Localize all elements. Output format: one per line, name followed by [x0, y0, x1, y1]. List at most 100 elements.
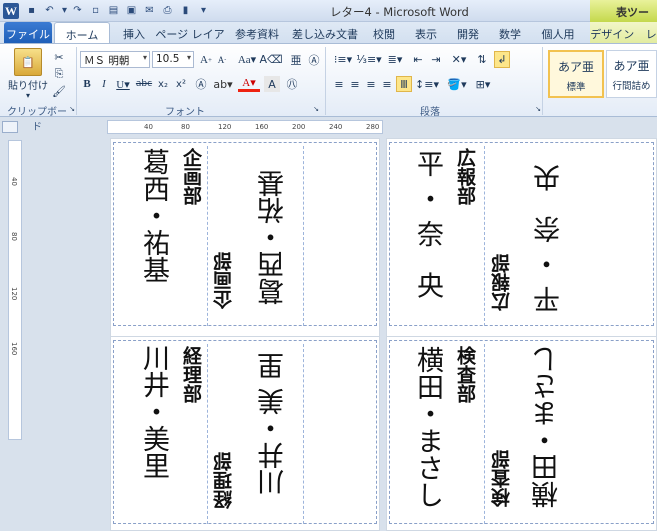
card-name-small[interactable]: 川井・美 里 [254, 352, 293, 496]
align-right-icon[interactable]: ≡ [364, 76, 378, 92]
clipboard-launcher-icon[interactable]: ↘ [68, 104, 76, 113]
style-no-spacing[interactable]: あア亜 行間詰め [606, 50, 657, 98]
ruler-tick-label: 160 [255, 123, 269, 131]
format-painter-icon[interactable]: 🖌 [52, 84, 66, 98]
text-direction-icon[interactable]: ✕▾ [448, 51, 470, 68]
line-spacing-icon[interactable]: ↕≡▾ [415, 76, 439, 92]
card-name-large[interactable]: 平・奈 央 [408, 150, 447, 307]
group-separator [76, 47, 77, 115]
font-group-label: フォント [165, 107, 205, 118]
increase-indent-icon[interactable]: ⇥ [428, 51, 444, 68]
tab-page-layout[interactable]: ページ レイアウト [154, 22, 226, 57]
shrink-font-icon[interactable]: A- [214, 51, 230, 68]
new-document-icon[interactable]: ▫ [88, 3, 103, 18]
tab-references[interactable]: 参考資料 [230, 22, 284, 43]
show-formatting-marks-icon[interactable]: ↲ [494, 51, 510, 68]
paste-clipboard-icon[interactable]: 📋 [14, 48, 42, 76]
tab-mailings[interactable]: 差し込み文書 [290, 22, 360, 43]
distributed-align-icon[interactable]: Ⅲ [396, 76, 412, 92]
card-name-large[interactable]: 横田・まさし [408, 346, 447, 508]
borders-icon[interactable]: ⊞▾ [472, 76, 494, 92]
font-size-dropdown-icon[interactable]: ▾ [187, 53, 191, 62]
multilevel-list-icon[interactable]: ≣▾ [384, 51, 406, 68]
undo-icon[interactable]: ↶ [42, 3, 57, 18]
tab-review[interactable]: 校閲 [366, 22, 402, 43]
tab-personal[interactable]: 個人用 [534, 22, 582, 43]
tab-file[interactable]: ファイル [4, 22, 52, 43]
card-department-large[interactable]: 検査部 [452, 346, 479, 403]
superscript-button[interactable]: x² [174, 76, 188, 92]
card-name-small[interactable]: 葛西・祐基 [254, 170, 293, 305]
ruler-tick-label: 200 [292, 123, 306, 131]
ruler-tick-label: 80 [181, 123, 190, 131]
font-launcher-icon[interactable]: ↘ [312, 104, 320, 113]
tab-view[interactable]: 表示 [408, 22, 444, 43]
tab-math[interactable]: 数学 [492, 22, 528, 43]
font-size-combo[interactable]: 10.5 ▾ [152, 51, 194, 68]
character-shading-icon[interactable]: A [264, 76, 280, 92]
text-effects-icon[interactable]: Ⓐ [194, 76, 208, 92]
paste-dropdown-icon[interactable]: ▾ [22, 90, 34, 100]
style-normal-label: 標準 [566, 82, 586, 93]
quick-print-icon[interactable]: ⎙ [160, 3, 175, 18]
underline-button[interactable]: U▾ [114, 76, 132, 92]
table-tools-context-title: 表ツール [590, 0, 657, 35]
chart-icon[interactable]: ▮ [178, 3, 193, 18]
font-name-dropdown-icon[interactable]: ▾ [143, 53, 147, 62]
card-name-large[interactable]: 川井・美里 [134, 344, 173, 479]
enclosed-character-icon[interactable]: Ⓐ [306, 51, 322, 68]
shading-icon[interactable]: 🪣▾ [446, 76, 468, 92]
change-case-icon[interactable]: Aa▾ [236, 51, 258, 68]
strikethrough-button[interactable]: abc [136, 76, 152, 92]
tab-table-design[interactable]: デザイン レ [590, 22, 657, 43]
card-name-small[interactable]: 横田・まさし [528, 346, 567, 508]
tab-insert[interactable]: 挿入 [114, 22, 154, 43]
paste-button[interactable]: 貼り付け [8, 77, 48, 92]
card-name-small[interactable]: 平・奈 央 [530, 156, 569, 313]
save-icon[interactable]: ▪ [24, 3, 39, 18]
italic-button[interactable]: I [97, 76, 111, 92]
highlight-color-icon[interactable]: ab▾ [212, 76, 234, 92]
card-department-small[interactable]: 経理部 [210, 452, 237, 509]
card-department-small[interactable]: 広報部 [488, 254, 515, 311]
title-bar: W ▪ ↶ ▾ ↷ ▫ ▤ ▣ ✉ ⎙ ▮ ▾ レター4 - Microsoft… [0, 0, 657, 35]
open-icon[interactable]: ▣ [124, 3, 139, 18]
horizontal-ruler[interactable]: 40 80 120 160 200 240 280 [107, 120, 383, 134]
card-department-small[interactable]: 企画部 [210, 252, 237, 309]
sort-icon[interactable]: ⇅ [474, 51, 490, 68]
paragraph-launcher-icon[interactable]: ↘ [534, 104, 542, 113]
font-color-icon[interactable]: A▾ [238, 76, 260, 92]
tab-selector[interactable] [2, 121, 18, 133]
tab-developer[interactable]: 開発 [450, 22, 486, 43]
phonetic-guide-icon[interactable]: 亜 [288, 51, 304, 68]
style-normal[interactable]: あア亜 標準 [548, 50, 604, 98]
ruler-tick-label: 120 [218, 123, 232, 131]
copy-icon[interactable]: ⎘ [52, 67, 66, 81]
bullets-icon[interactable]: ⁝≡▾ [332, 51, 354, 68]
align-center-icon[interactable]: ≡ [348, 76, 362, 92]
cut-icon[interactable]: ✂ [52, 50, 66, 64]
vertical-ruler[interactable]: 40 80 120 160 [8, 140, 22, 440]
card-name-large[interactable]: 葛西・祐基 [134, 148, 173, 283]
card-department-large[interactable]: 広報部 [452, 148, 479, 205]
align-left-icon[interactable]: ≡ [332, 76, 346, 92]
enclose-characters-icon[interactable]: ㊇ [284, 76, 300, 92]
customize-toolbar-icon[interactable]: ▾ [196, 3, 211, 18]
decrease-indent-icon[interactable]: ⇤ [410, 51, 426, 68]
font-name-combo[interactable]: ＭＳ 明朝 ▾ [80, 51, 150, 68]
justify-icon[interactable]: ≡ [380, 76, 394, 92]
card-department-small[interactable]: 検査部 [488, 450, 515, 507]
email-icon[interactable]: ✉ [142, 3, 157, 18]
bold-button[interactable]: B [80, 76, 94, 92]
numbering-icon[interactable]: ⅓≡▾ [356, 51, 381, 68]
card-department-large[interactable]: 経理部 [178, 346, 205, 403]
tab-home[interactable]: ホーム [54, 22, 110, 43]
word-app-icon[interactable]: W [3, 3, 19, 19]
subscript-button[interactable]: x₂ [156, 76, 170, 92]
grow-font-icon[interactable]: A + [198, 51, 214, 68]
redo-icon[interactable]: ↷ [70, 3, 85, 18]
style-no-spacing-sample: あア亜 [613, 59, 650, 73]
card-department-large[interactable]: 企画部 [178, 148, 205, 205]
clear-formatting-icon[interactable]: A⌫ [259, 51, 282, 68]
print-preview-icon[interactable]: ▤ [106, 3, 121, 18]
